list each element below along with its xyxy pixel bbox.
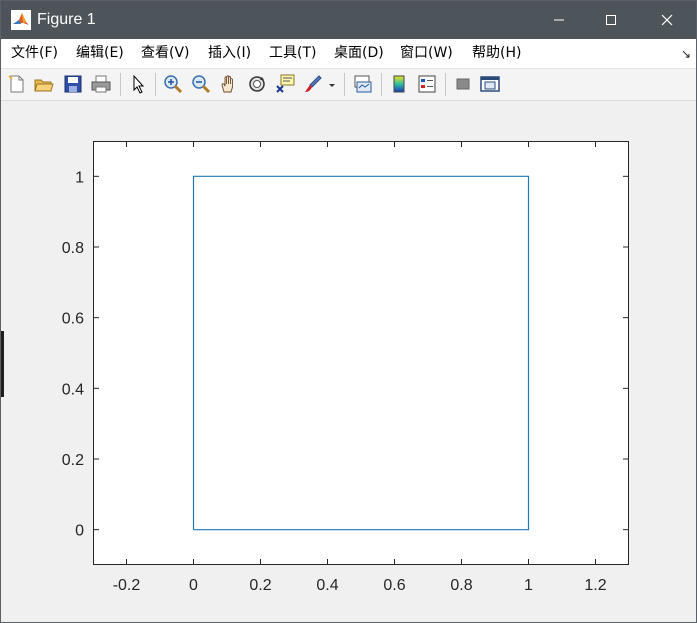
y-tick-label: 1	[75, 169, 84, 186]
new-figure-icon[interactable]	[7, 74, 27, 94]
menu-edit[interactable]: 编辑(E)	[76, 45, 124, 62]
save-icon[interactable]	[63, 74, 83, 94]
menu-help[interactable]: 帮助(H)	[472, 45, 521, 62]
x-tick-label: 0	[189, 577, 198, 594]
toolbar-separator	[344, 73, 345, 96]
maximize-button[interactable]	[588, 1, 634, 39]
y-tick-label: 0.2	[62, 452, 84, 469]
toolbar-separator	[445, 73, 446, 96]
menu-desktop[interactable]: 桌面(D)	[334, 45, 384, 62]
show-plot-tools-icon[interactable]	[480, 74, 500, 94]
window-title: Figure 1	[37, 11, 96, 28]
x-tick-label: 0.4	[316, 577, 338, 594]
zoom-in-icon[interactable]	[163, 74, 183, 94]
x-tick-label: 0.6	[383, 577, 405, 594]
y-tick-label: 0.6	[62, 311, 84, 328]
window-edge-artifact	[1, 331, 4, 397]
dock-figure-icon[interactable]: ↘	[681, 47, 691, 61]
colorbar-icon[interactable]	[389, 74, 409, 94]
menu-view[interactable]: 查看(V)	[141, 45, 190, 62]
data-cursor-icon[interactable]	[275, 74, 295, 94]
axes[interactable]: -0.2 0 0.2 0.4 0.6 0.8 1 1.2 0 0.2 0.4 0.6 0.8 1	[1, 101, 696, 622]
open-file-icon[interactable]	[34, 74, 54, 94]
figure-window: Figure 1 文件(F) 编辑(E) 查看(V) 插入(I) 工具(T) 桌…	[0, 0, 697, 623]
title-bar[interactable]: Figure 1	[1, 1, 696, 39]
print-icon[interactable]	[91, 74, 111, 94]
toolbar-separator	[155, 73, 156, 96]
rotate-3d-icon[interactable]	[247, 74, 267, 94]
x-tick-label: -0.2	[113, 577, 141, 594]
maximize-icon	[606, 15, 616, 25]
close-icon	[661, 14, 673, 26]
minimize-icon	[554, 19, 564, 21]
menu-file[interactable]: 文件(F)	[11, 45, 58, 62]
matlab-logo-icon	[11, 10, 31, 30]
figure-canvas: -0.2 0 0.2 0.4 0.6 0.8 1 1.2 0 0.2 0.4 0.6 0.8 1	[1, 101, 696, 622]
x-tick-label: 0.8	[450, 577, 472, 594]
menu-bar: 文件(F) 编辑(E) 查看(V) 插入(I) 工具(T) 桌面(D) 窗口(W…	[1, 39, 696, 69]
minimize-button[interactable]	[536, 1, 582, 39]
toolbar-separator	[381, 73, 382, 96]
axes-background	[93, 141, 629, 565]
x-tick-label: 1.2	[584, 577, 606, 594]
brush-icon[interactable]	[303, 74, 323, 94]
edit-plot-cursor-icon[interactable]	[129, 74, 149, 94]
toolbar-separator	[120, 73, 121, 96]
menu-insert[interactable]: 插入(I)	[208, 45, 251, 62]
y-tick-label: 0	[75, 523, 84, 540]
legend-icon[interactable]	[417, 74, 437, 94]
brush-dropdown-icon[interactable]	[327, 74, 337, 94]
close-button[interactable]	[644, 1, 690, 39]
x-tick-label: 1	[524, 577, 533, 594]
menu-window[interactable]: 窗口(W)	[400, 45, 453, 62]
link-plot-icon[interactable]	[353, 74, 373, 94]
y-tick-label: 0.4	[62, 381, 84, 398]
zoom-out-icon[interactable]	[191, 74, 211, 94]
x-tick-label: 0.2	[249, 577, 271, 594]
pan-hand-icon[interactable]	[219, 74, 239, 94]
figure-toolbar	[1, 69, 696, 101]
hide-plot-tools-icon[interactable]	[453, 74, 473, 94]
y-tick-label: 0.8	[62, 240, 84, 257]
menu-tools[interactable]: 工具(T)	[269, 45, 316, 62]
